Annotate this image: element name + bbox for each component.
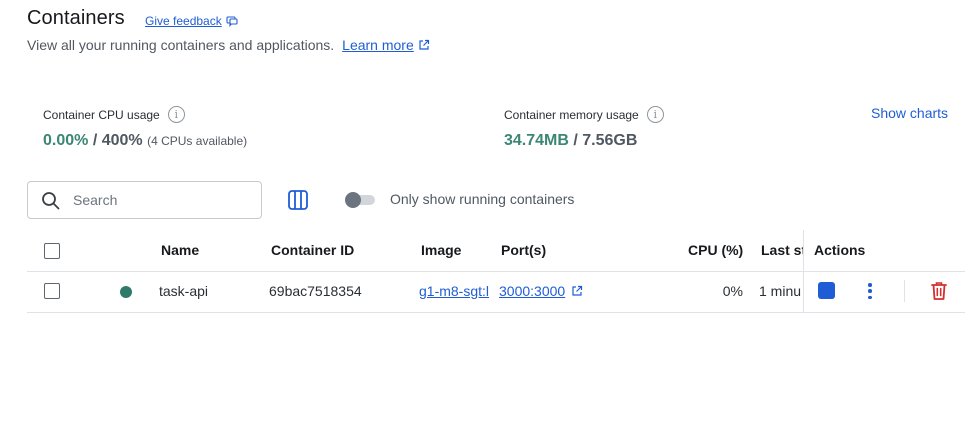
cpu-usage-used: 0.00% xyxy=(43,132,89,149)
show-charts-button[interactable]: Show charts xyxy=(871,105,948,121)
external-link-icon[interactable] xyxy=(571,285,583,297)
page-title: Containers xyxy=(27,7,125,29)
more-vertical-icon[interactable] xyxy=(866,282,874,300)
status-running-indicator xyxy=(120,286,132,298)
search-box[interactable] xyxy=(27,181,262,219)
cpu-usage-value: 0.00% / 400% (4 CPUs available) xyxy=(43,132,247,150)
row-divider xyxy=(27,312,965,313)
learn-more-link[interactable]: Learn more xyxy=(342,37,414,53)
memory-usage-value: 34.74MB / 7.56GB xyxy=(504,132,664,150)
search-input[interactable] xyxy=(73,192,243,208)
row-checkbox[interactable] xyxy=(44,283,60,299)
cpu-usage-label: Container CPU usage xyxy=(43,107,160,122)
header-divider xyxy=(27,271,965,272)
feedback-icon xyxy=(226,16,238,27)
memory-usage-stat: Container memory usage i 34.74MB / 7.56G… xyxy=(504,106,664,150)
memory-usage-used: 34.74MB xyxy=(504,132,569,149)
give-feedback-link[interactable]: Give feedback xyxy=(145,14,238,28)
column-header-cpu[interactable]: CPU (%) xyxy=(688,242,743,258)
cpu-usage-separator: / xyxy=(88,132,102,149)
container-name[interactable]: task-api xyxy=(159,283,208,299)
container-last-started: 1 minu xyxy=(759,283,802,299)
column-header-ports[interactable]: Port(s) xyxy=(501,242,546,258)
stop-icon[interactable] xyxy=(818,282,835,299)
page-subtitle-text: View all your running containers and app… xyxy=(27,37,335,53)
page-subtitle: View all your running containers and app… xyxy=(27,37,430,53)
container-image-link[interactable]: g1-m8-sgt:l xyxy=(419,283,492,299)
cpu-usage-total: 400% xyxy=(101,132,143,149)
port-link[interactable]: 3000:3000 xyxy=(499,283,565,299)
column-header-container-id[interactable]: Container ID xyxy=(271,242,354,258)
trash-icon[interactable] xyxy=(930,281,948,301)
external-link-icon[interactable] xyxy=(418,39,430,51)
info-icon[interactable]: i xyxy=(167,106,185,123)
containers-table: Name Container ID Image Port(s) CPU (%) … xyxy=(27,230,965,313)
running-only-label: Only show running containers xyxy=(390,191,575,207)
toggle-knob xyxy=(345,192,361,208)
column-header-name[interactable]: Name xyxy=(161,242,199,258)
memory-usage-label: Container memory usage xyxy=(504,107,639,122)
memory-usage-separator: / xyxy=(568,132,583,149)
cpu-count-note: (4 CPUs available) xyxy=(147,134,248,148)
search-icon xyxy=(42,191,60,209)
column-header-actions: Actions xyxy=(814,242,866,258)
actions-column-divider xyxy=(803,230,804,312)
columns-icon[interactable] xyxy=(287,189,309,211)
container-id: 69bac7518354 xyxy=(269,283,362,299)
memory-usage-total: 7.56GB xyxy=(582,132,638,149)
column-header-image[interactable]: Image xyxy=(421,242,461,258)
running-only-toggle[interactable] xyxy=(345,192,375,208)
container-ports: 3000:3000 xyxy=(499,283,583,299)
cpu-usage-stat: Container CPU usage i 0.00% / 400% (4 CP… xyxy=(43,106,247,150)
select-all-checkbox[interactable] xyxy=(44,243,60,259)
actions-divider xyxy=(904,280,905,302)
info-icon[interactable]: i xyxy=(646,106,664,123)
give-feedback-label: Give feedback xyxy=(145,14,222,28)
container-cpu: 0% xyxy=(722,283,743,299)
column-header-last-started[interactable]: Last st xyxy=(761,242,803,258)
